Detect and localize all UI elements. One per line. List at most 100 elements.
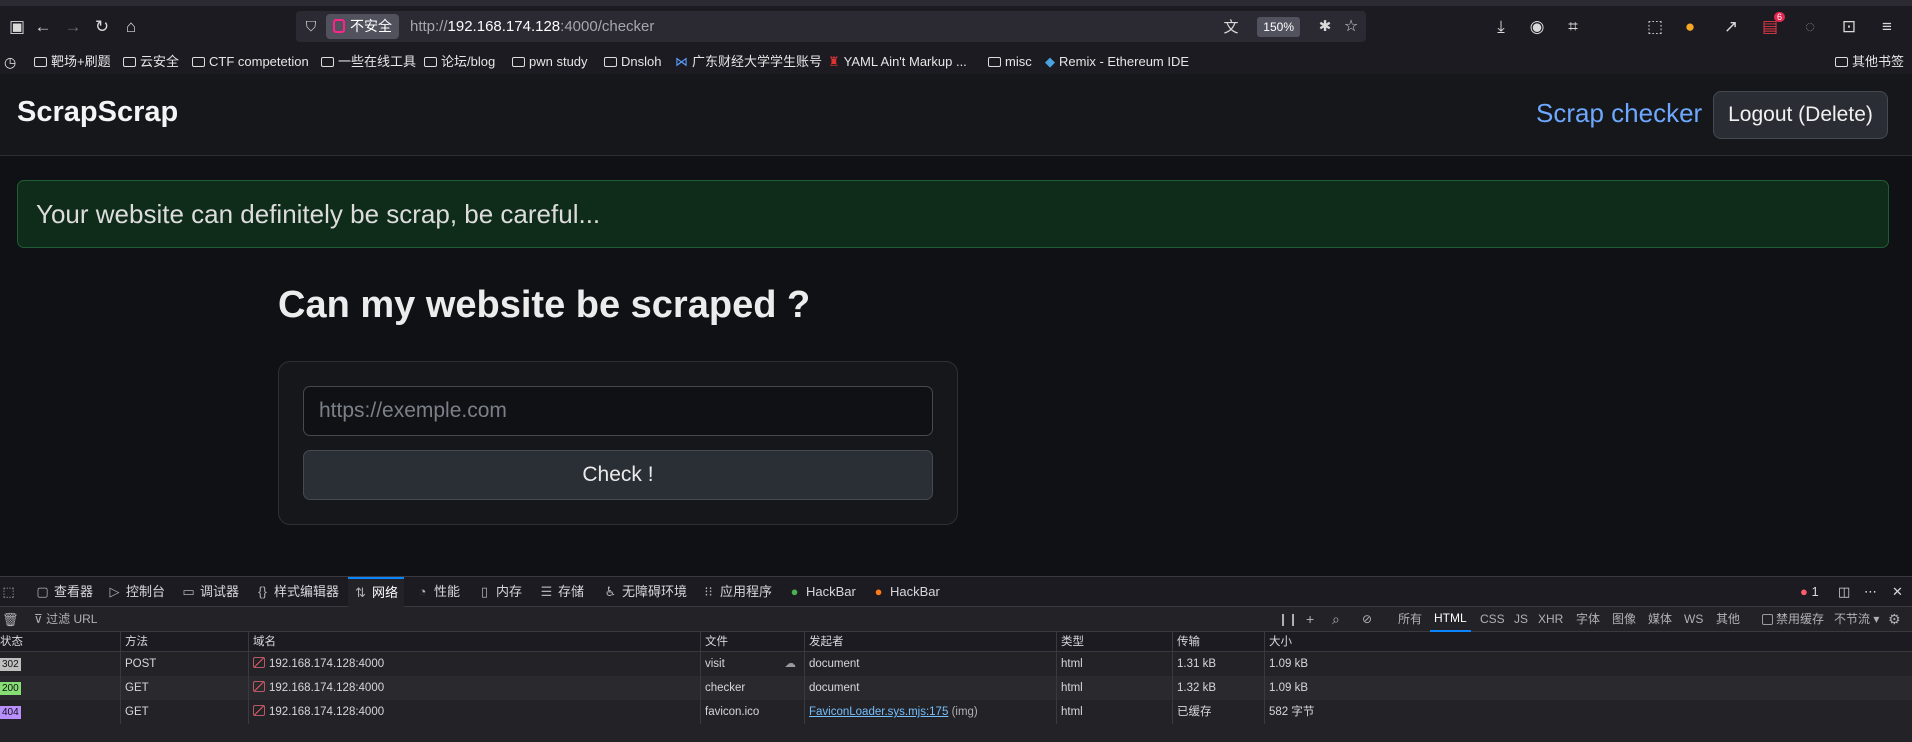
crop-icon[interactable]: ⌗ bbox=[1560, 14, 1586, 40]
bookmark-star-icon[interactable]: ☆ bbox=[1338, 13, 1364, 39]
check-button[interactable]: Check ! bbox=[303, 450, 933, 500]
initiator-link[interactable]: FaviconLoader.sys.mjs:175 bbox=[809, 706, 948, 718]
tab-label: 样式编辑器 bbox=[274, 584, 340, 599]
site-brand[interactable]: ScrapScrap bbox=[17, 96, 178, 129]
tab-storage[interactable]: ☰ 存储 bbox=[540, 577, 584, 607]
folder-icon bbox=[1835, 57, 1848, 67]
col-initiator[interactable]: 发起者 bbox=[804, 632, 1056, 651]
table-row[interactable]: 404 GET 192.168.174.128:4000 favicon.ico… bbox=[0, 700, 1912, 724]
pause-icon[interactable]: ❙❙ bbox=[1278, 607, 1298, 632]
filter-html[interactable]: HTML bbox=[1430, 607, 1471, 632]
tab-console[interactable]: ▷ 控制台 bbox=[108, 577, 166, 607]
tab-accessibility[interactable]: ♿ 无障碍环境 bbox=[604, 577, 687, 607]
dock-icon[interactable]: ◫ bbox=[1838, 577, 1850, 607]
bookmark-item[interactable]: 论坛/blog bbox=[424, 53, 495, 71]
bookmark-item[interactable]: ◆ Remix - Ethereum IDE bbox=[1045, 53, 1189, 71]
bookmark-item[interactable]: CTF competetion bbox=[192, 53, 309, 71]
tab-style-editor[interactable]: {} 样式编辑器 bbox=[256, 577, 339, 607]
tab-hackbar[interactable]: ● HackBar bbox=[788, 577, 856, 607]
forward-icon[interactable]: → bbox=[60, 14, 86, 40]
filter-url-input[interactable]: ⊽ 过滤 URL bbox=[34, 607, 97, 632]
accessibility-icon: ♿ bbox=[604, 584, 617, 599]
col-status[interactable]: 状态 bbox=[0, 632, 120, 651]
extension-icon[interactable]: ⬚ bbox=[1642, 14, 1668, 40]
menu-icon[interactable]: ≡ bbox=[1874, 14, 1900, 40]
col-method[interactable]: 方法 bbox=[120, 632, 248, 651]
back-icon[interactable]: ← bbox=[30, 14, 56, 40]
logout-button[interactable]: Logout (Delete) bbox=[1713, 91, 1888, 139]
filter-media[interactable]: 媒体 bbox=[1648, 607, 1672, 632]
tab-network[interactable]: ⇅ 网络 bbox=[348, 577, 405, 607]
bookmark-label: pwn study bbox=[529, 54, 588, 69]
tab-debugger[interactable]: ▭ 调试器 bbox=[182, 577, 239, 607]
url-text[interactable]: http://192.168.174.128:4000/checker bbox=[410, 11, 654, 42]
trash-icon[interactable]: 🗑 bbox=[2, 607, 19, 632]
shield-icon[interactable]: ⛉ bbox=[298, 13, 324, 39]
history-icon[interactable]: ◷ bbox=[4, 53, 16, 71]
tab-performance[interactable]: ◔ 性能 bbox=[416, 577, 460, 607]
bookmark-item[interactable]: 云安全 bbox=[123, 53, 179, 71]
block-icon[interactable]: ⊘ bbox=[1362, 607, 1372, 632]
table-row[interactable]: 302 POST 192.168.174.128:4000 visit ☁ doc… bbox=[0, 652, 1912, 676]
home-icon[interactable]: ⌂ bbox=[118, 14, 144, 40]
account-icon[interactable]: ◉ bbox=[1524, 14, 1550, 40]
scrap-checker-link[interactable]: Scrap checker bbox=[1536, 98, 1702, 129]
tab-hackbar-2[interactable]: ● HackBar bbox=[872, 577, 940, 607]
col-size[interactable]: 大小 bbox=[1264, 632, 1900, 651]
folder-icon bbox=[192, 57, 205, 67]
tab-memory[interactable]: ▯ 内存 bbox=[478, 577, 522, 607]
address-bar[interactable]: ⛉ 不安全 http://192.168.174.128:4000/checke… bbox=[296, 11, 1366, 42]
filter-xhr[interactable]: XHR bbox=[1538, 607, 1563, 632]
filter-images[interactable]: 图像 bbox=[1612, 607, 1636, 632]
tools-extension-icon[interactable]: ⊡ bbox=[1836, 14, 1862, 40]
bookmark-item[interactable]: Dnsloh bbox=[604, 53, 661, 71]
sidebar-icon[interactable]: ▣ bbox=[4, 14, 30, 40]
filter-other[interactable]: 其他 bbox=[1716, 607, 1740, 632]
settings-gear-icon[interactable]: ⚙ bbox=[1888, 607, 1901, 632]
folder-icon bbox=[988, 57, 1001, 67]
status-cell: 404 bbox=[0, 700, 120, 724]
filter-ws[interactable]: WS bbox=[1684, 607, 1703, 632]
throttle-select[interactable]: 不节流 ▾ bbox=[1834, 607, 1879, 632]
table-row[interactable]: 200 GET 192.168.174.128:4000 checker doc… bbox=[0, 676, 1912, 700]
cookie-icon[interactable]: ● bbox=[1677, 14, 1703, 40]
page-title: Can my website be scraped ? bbox=[278, 284, 811, 326]
translate-icon[interactable]: 文 bbox=[1218, 13, 1244, 39]
bookmark-item[interactable]: ⋈ 广东财经大学学生账号 bbox=[675, 53, 822, 71]
error-counter[interactable]: ● 1 bbox=[1800, 577, 1819, 607]
url-input[interactable] bbox=[303, 386, 933, 436]
filter-all[interactable]: 所有 bbox=[1398, 607, 1422, 632]
col-file[interactable]: 文件 bbox=[700, 632, 804, 651]
bug-icon[interactable]: ✱ bbox=[1312, 13, 1338, 39]
reload-icon[interactable]: ↻ bbox=[89, 14, 115, 40]
col-transferred[interactable]: 传输 bbox=[1172, 632, 1264, 651]
bookmark-item[interactable]: 一些在线工具 bbox=[321, 53, 416, 71]
bookmark-item[interactable]: 其他书签 bbox=[1835, 53, 1904, 71]
filter-css[interactable]: CSS bbox=[1480, 607, 1505, 632]
download-icon[interactable]: ⤓ bbox=[1488, 14, 1514, 40]
disable-cache-checkbox[interactable]: 禁用缓存 bbox=[1762, 607, 1824, 632]
search-icon[interactable]: ⌕ bbox=[1332, 607, 1340, 632]
more-options-icon[interactable]: ⋯ bbox=[1864, 577, 1877, 607]
bookmark-item[interactable]: ♜ YAML Ain't Markup ... bbox=[828, 53, 967, 71]
filter-js[interactable]: JS bbox=[1514, 607, 1528, 632]
pick-element-icon[interactable]: ⬚ bbox=[2, 577, 20, 607]
col-domain[interactable]: 域名 bbox=[248, 632, 700, 651]
filter-fonts[interactable]: 字体 bbox=[1576, 607, 1600, 632]
bookmark-item[interactable]: pwn study bbox=[512, 53, 588, 71]
tab-application[interactable]: ⁝⁝ 应用程序 bbox=[702, 577, 772, 607]
close-devtools-icon[interactable]: ✕ bbox=[1892, 577, 1903, 607]
chart-extension-icon[interactable]: ↗ bbox=[1718, 14, 1744, 40]
bookmark-item[interactable]: misc bbox=[988, 53, 1032, 71]
add-icon[interactable]: + bbox=[1306, 607, 1314, 632]
domain-text: 192.168.174.128:4000 bbox=[269, 706, 385, 718]
bookmark-item[interactable]: 靶场+刷题 bbox=[34, 53, 111, 71]
col-type[interactable]: 类型 bbox=[1056, 632, 1172, 651]
notification-extension-icon[interactable]: ▤ 6 bbox=[1757, 12, 1785, 40]
misc-extension-icon[interactable]: ◌ bbox=[1797, 14, 1823, 40]
tab-inspector[interactable]: ▢ 查看器 bbox=[36, 577, 93, 607]
memory-icon: ▯ bbox=[480, 584, 489, 599]
method-cell: GET bbox=[120, 700, 248, 724]
insecure-badge[interactable]: 不安全 bbox=[326, 14, 399, 39]
zoom-indicator[interactable]: 150% bbox=[1257, 17, 1300, 37]
